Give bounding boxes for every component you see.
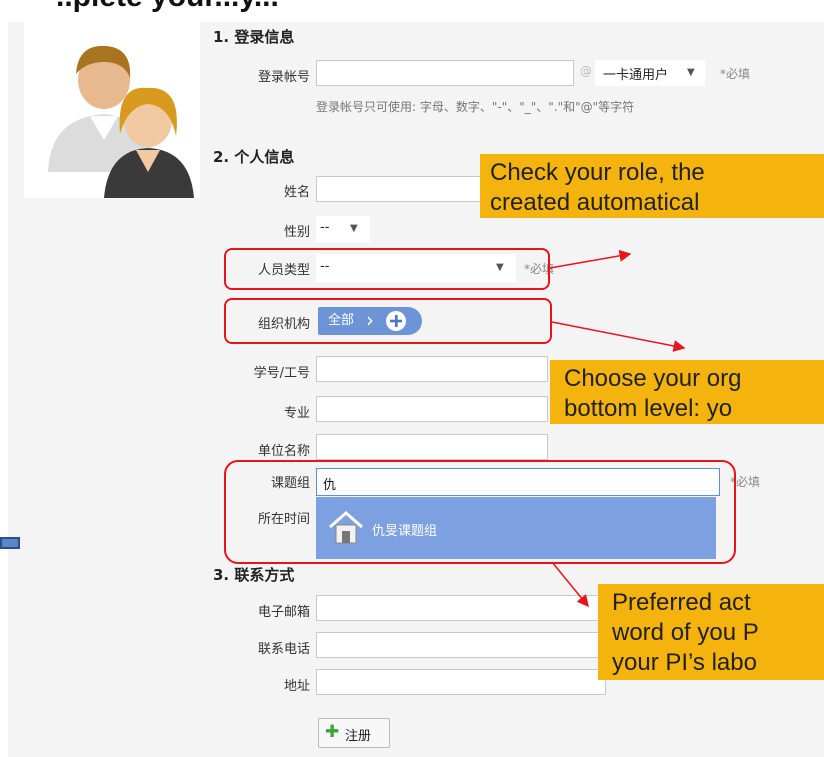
major-input[interactable] bbox=[316, 396, 548, 422]
callout-org-line2: bottom level: yo bbox=[564, 395, 733, 422]
callout-group: Preferred act word of you P your PI’s la… bbox=[598, 584, 824, 680]
unit-label: 单位名称 bbox=[257, 444, 310, 459]
name-label: 姓名 bbox=[283, 185, 310, 200]
users-avatar-icon bbox=[48, 45, 194, 198]
account-required: *必填 bbox=[720, 67, 751, 81]
email-input[interactable] bbox=[316, 595, 606, 621]
callout-group-line2: word of you P bbox=[612, 619, 759, 646]
gender-select-value: -- bbox=[320, 220, 330, 235]
account-hint: 登录帐号只可使用: 字母、数字、"-"、"_"、"."和"@"等字符 bbox=[316, 100, 635, 114]
account-label: 登录帐号 bbox=[257, 70, 310, 85]
plus-icon: ✚ bbox=[325, 722, 340, 742]
account-input[interactable] bbox=[316, 60, 574, 86]
callout-group-line1: Preferred act bbox=[612, 589, 751, 616]
register-button-label: 注册 bbox=[345, 729, 372, 744]
callout-role-line2: created automatical bbox=[490, 189, 700, 216]
highlight-research-group bbox=[224, 460, 736, 564]
highlight-org bbox=[224, 298, 552, 344]
highlight-person-type bbox=[224, 248, 550, 290]
domain-select[interactable]: 一卡通用户 ▼ bbox=[595, 60, 705, 86]
page-heading-partial: ..plete your...y... bbox=[56, 0, 279, 14]
section-login-title: 1. 登录信息 bbox=[213, 28, 295, 46]
section-personal-title: 2. 个人信息 bbox=[213, 148, 295, 166]
address-input[interactable] bbox=[316, 669, 606, 695]
avatar bbox=[24, 22, 200, 198]
student-id-input[interactable] bbox=[316, 356, 548, 382]
at-sign: @ bbox=[580, 64, 592, 78]
callout-role: Check your role, the created automatical bbox=[480, 154, 824, 218]
address-label: 地址 bbox=[283, 679, 310, 694]
phone-input[interactable] bbox=[316, 632, 606, 658]
chevron-down-icon: ▼ bbox=[687, 67, 695, 78]
unit-input[interactable] bbox=[316, 434, 548, 460]
section-contact-title: 3. 联系方式 bbox=[213, 566, 295, 584]
callout-org: Choose your org bottom level: yo bbox=[550, 360, 824, 424]
major-label: 专业 bbox=[283, 406, 310, 421]
email-label: 电子邮箱 bbox=[257, 605, 310, 620]
student-id-label: 学号/工号 bbox=[253, 366, 310, 381]
domain-select-value: 一卡通用户 bbox=[603, 68, 669, 83]
callout-role-line1: Check your role, the bbox=[490, 159, 705, 186]
phone-label: 联系电话 bbox=[257, 642, 310, 657]
gender-label: 性别 bbox=[283, 225, 310, 240]
chevron-down-icon: ▼ bbox=[350, 223, 358, 234]
edge-marker bbox=[0, 537, 20, 549]
gender-select[interactable]: -- ▼ bbox=[316, 216, 370, 242]
register-button[interactable]: ✚ 注册 bbox=[318, 718, 390, 748]
callout-group-line3: your PI’s labo bbox=[612, 649, 757, 676]
callout-org-line1: Choose your org bbox=[564, 365, 742, 392]
